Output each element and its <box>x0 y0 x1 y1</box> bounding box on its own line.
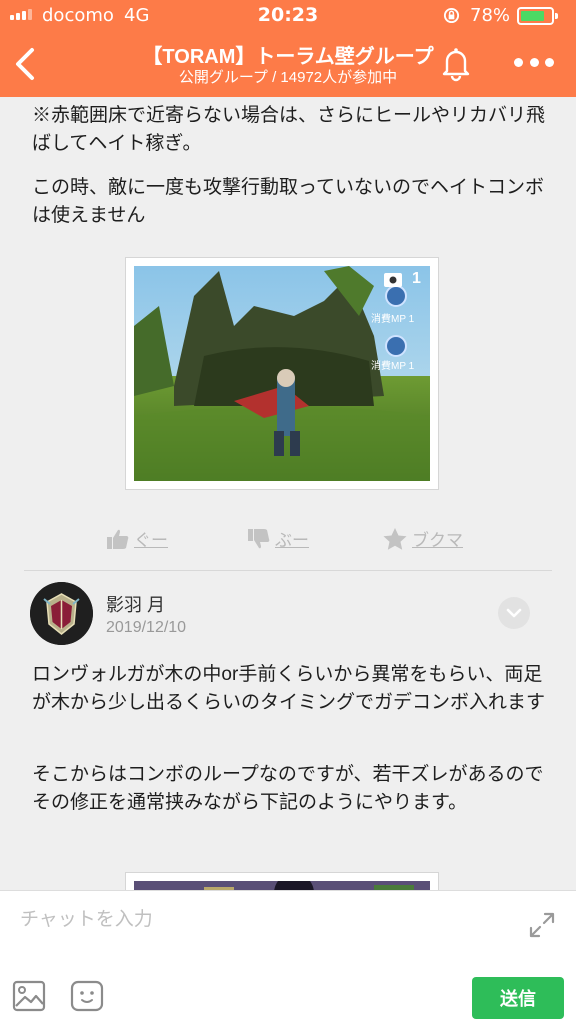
post-image[interactable]: 1 消費MP 1 消費MP 1 <box>125 257 439 490</box>
thumbs-up-icon <box>107 529 129 549</box>
divider <box>24 570 552 571</box>
chevron-down-icon <box>506 608 522 618</box>
thumbs-down-icon <box>248 528 270 548</box>
star-icon <box>383 527 407 550</box>
image-upload-icon[interactable] <box>12 979 46 1013</box>
back-icon[interactable] <box>8 44 44 84</box>
send-button[interactable]: 送信 <box>472 977 564 1019</box>
battery-icon <box>517 7 558 25</box>
rotation-lock-icon <box>443 7 460 24</box>
post-text: ※赤範囲床で近寄らない場合は、さらにヒールやリカバリ飛ばしてヘイト稼ぎ。 <box>32 105 546 154</box>
battery-percent: 78% <box>470 5 511 26</box>
chat-input-bar: 送信 <box>0 890 576 1024</box>
post-text: そこからはコンボのループなのですが、若干ズレがあるのでその修正を通常挟みながら下… <box>32 764 544 813</box>
bookmark-button[interactable]: ブクマ <box>382 526 463 551</box>
boo-button[interactable]: ぶー <box>247 526 309 551</box>
status-bar: docomo 4G 20:23 78% <box>0 0 576 32</box>
image-count-badge: 1 <box>412 270 421 287</box>
author-name[interactable]: 影羽 月 <box>106 591 165 617</box>
message-list[interactable]: ※赤範囲床で近寄らない場合は、さらにヒールやリカバリ飛ばしてヘイト稼ぎ。 この時… <box>0 97 576 890</box>
more-icon[interactable] <box>514 58 554 70</box>
hud-label: 消費MP 1 <box>371 361 415 372</box>
game-screenshot: 1 消費MP 1 消費MP 1 <box>134 266 430 481</box>
hud-label: 消費MP 1 <box>371 314 415 325</box>
post-text: この時、敵に一度も攻撃行動取っていないのでヘイトコンボは使えません <box>32 177 545 226</box>
chat-input[interactable] <box>20 905 500 935</box>
post-date: 2019/12/10 <box>106 619 187 636</box>
shield-emblem-icon <box>30 582 93 645</box>
expand-icon[interactable] <box>528 911 556 939</box>
post-image[interactable] <box>125 872 439 890</box>
good-button[interactable]: ぐー <box>106 526 168 551</box>
post-menu-button[interactable] <box>498 597 530 629</box>
group-title: 【TORAM】トーラム壁グループ <box>142 46 434 68</box>
avatar[interactable] <box>30 582 93 645</box>
app-header: docomo 4G 20:23 78% 【TORAM】トーラム壁グループ 公開グ… <box>0 0 576 97</box>
reaction-bar: ぐー ぶー ブクマ <box>0 526 576 556</box>
bell-icon[interactable] <box>438 44 474 82</box>
group-subtitle: 公開グループ / 14972人が参加中 <box>178 69 398 86</box>
game-screenshot <box>134 881 430 890</box>
stamp-icon[interactable] <box>70 979 104 1013</box>
post-text: ロンヴォルガが木の中or手前くらいから異常をもらい、両足が木から少し出るくらいの… <box>32 664 546 713</box>
